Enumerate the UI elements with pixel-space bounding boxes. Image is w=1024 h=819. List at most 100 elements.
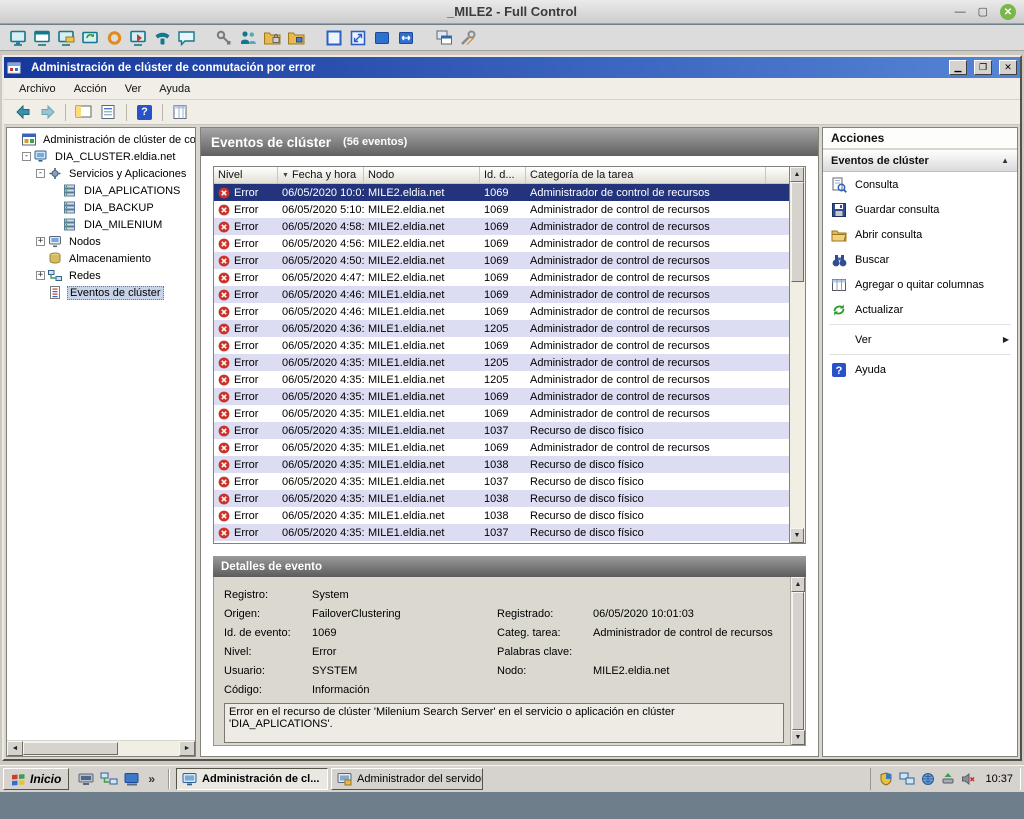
tree-horizontal-scrollbar[interactable]: ◄ ► bbox=[7, 740, 195, 756]
connection-options-icon[interactable] bbox=[102, 27, 126, 49]
menu-ver[interactable]: Ver bbox=[116, 80, 151, 98]
menu-ayuda[interactable]: Ayuda bbox=[150, 80, 199, 98]
event-row[interactable]: Error 06/05/2020 4:35:56 MILE1.eldia.net… bbox=[214, 473, 789, 490]
start-button[interactable]: Inicio bbox=[3, 768, 69, 790]
event-row[interactable]: Error 06/05/2020 4:46:00 MILE1.eldia.net… bbox=[214, 303, 789, 320]
tree-item-nodos[interactable]: + Nodos bbox=[7, 233, 195, 250]
event-row[interactable]: Error 06/05/2020 4:35:56 MILE1.eldia.net… bbox=[214, 439, 789, 456]
tree-item-dia-backup[interactable]: DIA_BACKUP bbox=[7, 199, 195, 216]
event-row[interactable]: Error 06/05/2020 4:35:57 MILE1.eldia.net… bbox=[214, 371, 789, 388]
action-actualizar[interactable]: Actualizar bbox=[823, 297, 1017, 322]
tree-item-dia-aplications[interactable]: DIA_APLICATIONS bbox=[7, 182, 195, 199]
collapse-icon[interactable]: - bbox=[22, 152, 31, 161]
event-row[interactable]: Error 06/05/2020 4:35:57 MILE1.eldia.net… bbox=[214, 388, 789, 405]
event-row[interactable]: Error 06/05/2020 4:35:56 MILE1.eldia.net… bbox=[214, 507, 789, 524]
forward-icon[interactable] bbox=[35, 101, 60, 123]
event-row[interactable]: Error 06/05/2020 10:01:... MILE2.eldia.n… bbox=[214, 184, 789, 201]
tree-item-servicios[interactable]: - Servicios y Aplicaciones bbox=[7, 165, 195, 182]
window-toggle-icon[interactable] bbox=[30, 27, 54, 49]
action-buscar[interactable]: Buscar bbox=[823, 247, 1017, 272]
menu-archivo[interactable]: Archivo bbox=[10, 80, 65, 98]
event-row[interactable]: Error 06/05/2020 4:35:56 MILE1.eldia.net… bbox=[214, 456, 789, 473]
action-agregar-quitar-columnas[interactable]: Agregar o quitar columnas bbox=[823, 272, 1017, 297]
scroll-right-icon[interactable]: ► bbox=[179, 741, 195, 756]
scroll-up-icon[interactable]: ▲ bbox=[790, 167, 804, 182]
users-icon[interactable] bbox=[236, 27, 260, 49]
window-close-icon[interactable]: ✕ bbox=[999, 60, 1017, 75]
back-icon[interactable] bbox=[10, 101, 35, 123]
maximize-icon[interactable]: ▢ bbox=[978, 7, 988, 17]
sc roll-up-icon[interactable]: ▲ bbox=[791, 577, 805, 592]
event-row[interactable]: Error 06/05/2020 4:35:56 MILE1.eldia.net… bbox=[214, 422, 789, 439]
scroll-down-icon[interactable]: ▼ bbox=[791, 730, 805, 745]
event-row[interactable]: Error 06/05/2020 4:46:00 MILE1.eldia.net… bbox=[214, 286, 789, 303]
event-row[interactable]: Error 06/05/2020 4:58:49 MILE2.eldia.net… bbox=[214, 218, 789, 235]
scale-view-icon[interactable] bbox=[346, 27, 370, 49]
event-row[interactable]: Error 06/05/2020 5:10:45 MILE2.eldia.net… bbox=[214, 201, 789, 218]
settings-icon[interactable] bbox=[456, 27, 480, 49]
event-row[interactable]: Error 06/05/2020 4:35:56 MILE1.eldia.net… bbox=[214, 490, 789, 507]
column-header-categoria[interactable]: Categoría de la tarea bbox=[526, 167, 766, 183]
scrollbar-thumb[interactable] bbox=[791, 182, 804, 282]
update-shield-icon[interactable] bbox=[879, 772, 893, 786]
action-ver[interactable]: Ver ▶ bbox=[823, 327, 1017, 352]
collapse-group-icon[interactable]: ▲ bbox=[1001, 156, 1009, 165]
expand-icon[interactable]: + bbox=[36, 271, 45, 280]
minimize-icon[interactable]: — bbox=[955, 7, 966, 17]
properties-icon[interactable] bbox=[168, 101, 193, 123]
tree-item-almacenamiento[interactable]: Almacenamiento bbox=[7, 250, 195, 267]
actions-group-header[interactable]: Eventos de clúster ▲ bbox=[823, 150, 1017, 172]
collapse-icon[interactable]: - bbox=[36, 169, 45, 178]
network-status-icon[interactable] bbox=[899, 772, 915, 786]
screen-icon[interactable] bbox=[370, 27, 394, 49]
export-list-icon[interactable] bbox=[96, 101, 121, 123]
tree-item-redes[interactable]: + Redes bbox=[7, 267, 195, 284]
event-row[interactable]: Error 06/05/2020 4:50:43 MILE2.eldia.net… bbox=[214, 252, 789, 269]
expand-icon[interactable]: + bbox=[36, 237, 45, 246]
ctrl-alt-del-icon[interactable] bbox=[6, 27, 30, 49]
details-vertical-scrollbar[interactable]: ▲ ▼ bbox=[790, 577, 805, 745]
action-consulta[interactable]: Consulta bbox=[823, 172, 1017, 197]
column-header-fecha[interactable]: ▼Fecha y hora bbox=[278, 167, 364, 183]
pin-icon[interactable] bbox=[212, 27, 236, 49]
action-guardar-consulta[interactable]: Guardar consulta bbox=[823, 197, 1017, 222]
tree-item-eventos[interactable]: Eventos de clúster bbox=[7, 284, 195, 301]
column-header-id[interactable]: Id. d... bbox=[480, 167, 526, 183]
fullscreen-icon[interactable] bbox=[322, 27, 346, 49]
event-row[interactable]: Error 06/05/2020 4:56:43 MILE2.eldia.net… bbox=[214, 235, 789, 252]
task-button-cluster-admin[interactable]: Administración de cl... bbox=[176, 768, 328, 790]
phone-icon[interactable] bbox=[150, 27, 174, 49]
disconnect-icon[interactable] bbox=[126, 27, 150, 49]
close-icon[interactable]: ✕ bbox=[1000, 4, 1016, 20]
tray-clock[interactable]: 10:37 bbox=[981, 773, 1013, 785]
volume-mute-icon[interactable] bbox=[961, 772, 975, 786]
event-row[interactable]: Error 06/05/2020 4:35:57 MILE1.eldia.net… bbox=[214, 405, 789, 422]
fit-window-icon[interactable] bbox=[394, 27, 418, 49]
file-transfer-icon[interactable] bbox=[260, 27, 284, 49]
action-ayuda[interactable]: ? Ayuda bbox=[823, 357, 1017, 382]
help-icon[interactable]: ? bbox=[132, 101, 157, 123]
action-abrir-consulta[interactable]: Abrir consulta bbox=[823, 222, 1017, 247]
window-list-icon[interactable] bbox=[432, 27, 456, 49]
refresh-screen-icon[interactable] bbox=[78, 27, 102, 49]
show-tree-icon[interactable] bbox=[71, 101, 96, 123]
remote-desktop-icon[interactable] bbox=[77, 771, 95, 787]
task-button-server-manager[interactable]: Administrador del servidor bbox=[331, 768, 483, 790]
tree-item-dia-cluster[interactable]: - DIA_CLUSTER.eldia.net bbox=[7, 148, 195, 165]
tree-item-root[interactable]: Administración de clúster de conmu bbox=[7, 131, 195, 148]
events-vertical-scrollbar[interactable]: ▲ ▼ bbox=[790, 166, 806, 544]
column-header-nodo[interactable]: Nodo bbox=[364, 167, 480, 183]
column-header-nivel[interactable]: Nivel bbox=[214, 167, 278, 183]
event-row[interactable]: Error 06/05/2020 4:36:07 MILE1.eldia.net… bbox=[214, 320, 789, 337]
chat-icon[interactable] bbox=[174, 27, 198, 49]
event-row[interactable]: Error 06/05/2020 4:35:57 MILE1.eldia.net… bbox=[214, 337, 789, 354]
scroll-left-icon[interactable]: ◄ bbox=[7, 741, 23, 756]
window-minimize-icon[interactable]: ▁ bbox=[949, 60, 967, 75]
event-row[interactable]: Error 06/05/2020 4:47:33 MILE2.eldia.net… bbox=[214, 269, 789, 286]
globe-icon[interactable] bbox=[921, 772, 935, 786]
eject-hardware-icon[interactable] bbox=[941, 772, 955, 786]
scrollbar-thumb[interactable] bbox=[23, 742, 118, 755]
send-keys-icon[interactable] bbox=[54, 27, 78, 49]
network-places-icon[interactable] bbox=[100, 771, 118, 787]
folder-icon[interactable] bbox=[284, 27, 308, 49]
